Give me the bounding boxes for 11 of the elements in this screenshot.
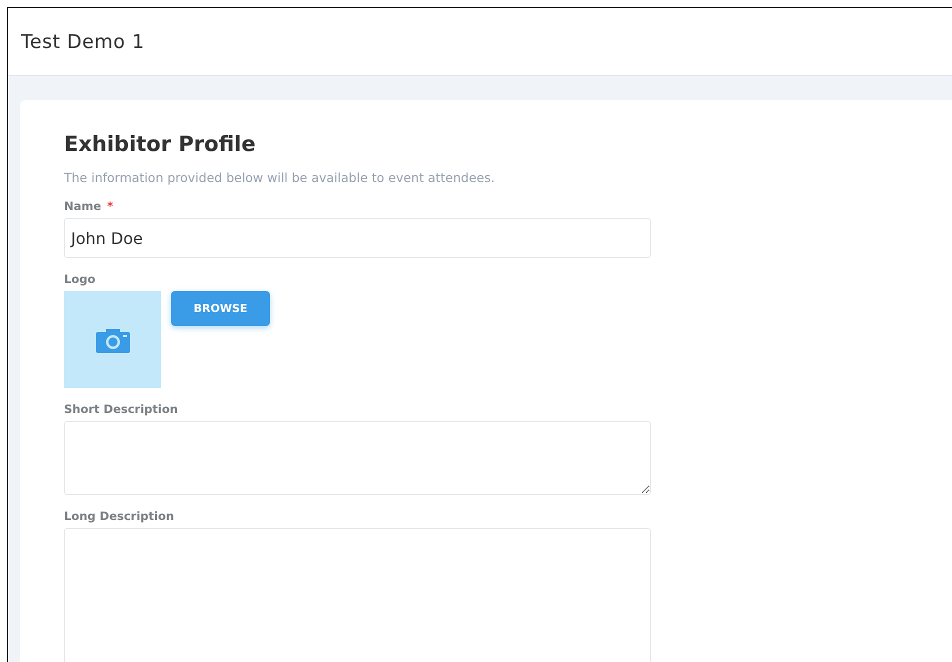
form-subtitle: The information provided below will be available to event attendees. (64, 170, 496, 185)
long-description-field[interactable] (64, 528, 651, 662)
field-label: Long Description (64, 509, 174, 523)
required-marker: * (107, 199, 114, 213)
form-title: Exhibitor Profile (64, 132, 257, 156)
short-description-field[interactable] (64, 421, 651, 495)
name-input[interactable]: John Doe (64, 218, 651, 258)
field-label: Short Description (64, 402, 178, 416)
page-title: Test Demo 1 (21, 30, 145, 52)
field-label: Logo (64, 272, 96, 286)
field-label: Name (64, 199, 102, 213)
